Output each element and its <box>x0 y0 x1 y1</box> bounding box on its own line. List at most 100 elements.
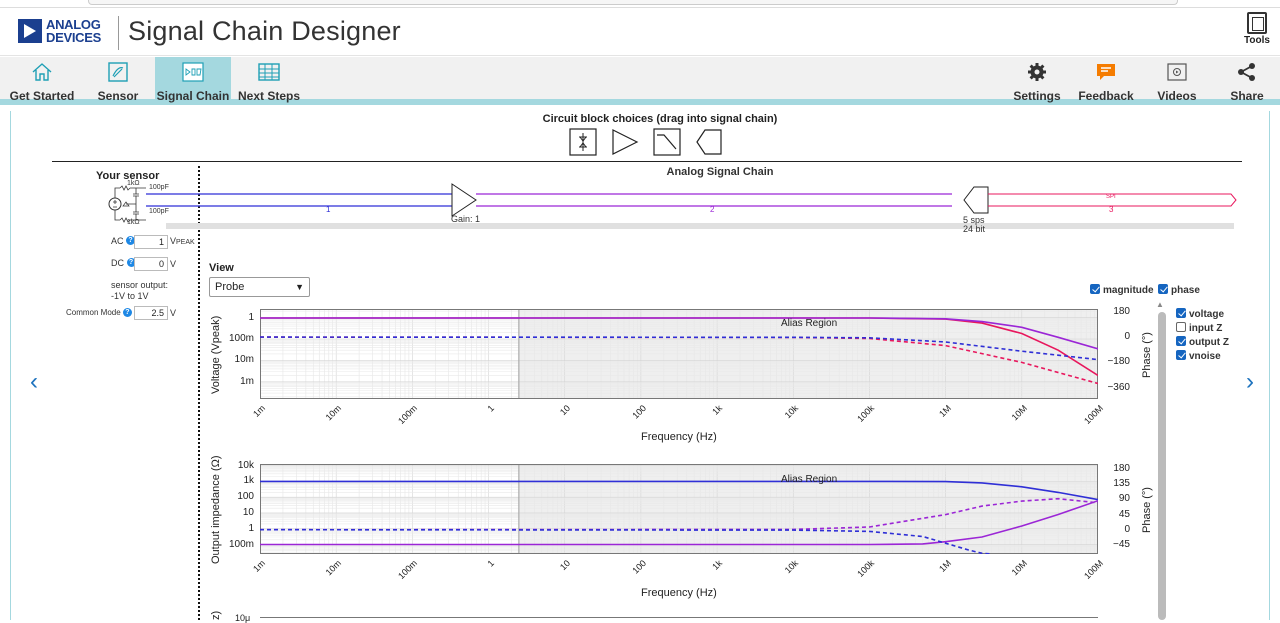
common-mode-input[interactable]: 2.5 <box>134 306 168 320</box>
previous-page-chevron-icon[interactable]: ‹ <box>30 368 38 396</box>
y2-tick-label: 180 <box>1113 305 1130 317</box>
scroll-up-icon[interactable]: ▲ <box>1156 300 1164 309</box>
header-divider <box>118 16 119 50</box>
y-tick-label: 100m <box>228 538 254 550</box>
vnoise-toggle[interactable]: vnoise <box>1176 350 1221 362</box>
y-tick-label: 100 <box>237 491 254 503</box>
resistor-label-1: 1kΩ <box>127 180 140 187</box>
brand-line-2: DEVICES <box>46 30 101 45</box>
next-page-chevron-icon[interactable]: › <box>1246 368 1254 396</box>
adc-bits: 24 bit <box>963 224 986 234</box>
checkbox[interactable] <box>1176 350 1186 360</box>
cm-help-icon[interactable]: ? <box>122 308 132 317</box>
checkbox[interactable] <box>1176 322 1186 332</box>
video-icon <box>1167 63 1187 81</box>
y2-tick-label: −180 <box>1107 356 1130 368</box>
app-title: Signal Chain Designer <box>128 16 401 46</box>
ac-unit-sub: PEAK <box>176 239 195 246</box>
ac-amplitude-input[interactable]: 1 <box>134 235 168 249</box>
impedance-x-label: Frequency (Hz) <box>641 587 717 599</box>
amplifier-gain: Gain: 1 <box>451 214 481 224</box>
nav-label: Settings <box>1013 89 1061 103</box>
segment-label-1: 1 <box>326 205 331 214</box>
chevron-down-icon: ▼ <box>295 282 304 292</box>
top-bar-edge <box>88 0 1178 5</box>
tools-button[interactable]: Tools <box>1240 12 1274 52</box>
checkbox[interactable] <box>1176 308 1186 318</box>
nav-next-steps[interactable]: Next Steps <box>231 57 307 105</box>
input-z-toggle[interactable]: input Z <box>1176 322 1222 334</box>
noise-plot-top-edge <box>260 617 1098 618</box>
nav-label: Signal Chain <box>156 89 230 103</box>
nav-sensor[interactable]: Sensor <box>84 57 152 105</box>
checkbox[interactable] <box>1176 336 1186 346</box>
y2-tick-label: 45 <box>1118 508 1130 520</box>
gear-icon <box>1028 63 1046 81</box>
filter-block-icon[interactable] <box>653 128 681 156</box>
y2-tick-label: 135 <box>1113 478 1130 490</box>
impedance-y2-label: Phase (°) <box>1141 487 1153 533</box>
y-tick-label: 100m <box>228 333 254 344</box>
browser-top-strip <box>0 0 1280 8</box>
tools-icon <box>1247 12 1267 34</box>
y-tick-label: 1 <box>248 311 254 323</box>
adc-block-icon[interactable] <box>695 128 723 156</box>
y-tick-label: 1m <box>240 375 254 387</box>
nav-label: Videos <box>1157 89 1197 103</box>
signal-chain-diagram[interactable] <box>146 180 1240 240</box>
noise-plot-y-label: z) <box>210 610 222 620</box>
magnitude-toggle[interactable]: magnitude <box>1090 284 1154 296</box>
y2-tick-label: −45 <box>1113 538 1130 550</box>
view-label: View <box>209 262 234 274</box>
common-mode-label: Common Mode ? <box>66 308 132 317</box>
home-icon <box>32 63 52 81</box>
y2-tick-label: −360 <box>1107 381 1130 393</box>
alias-region-label: Alias Region <box>781 318 838 329</box>
amplifier-block-icon[interactable] <box>611 128 639 156</box>
plots-scrollbar[interactable] <box>1158 312 1166 620</box>
nav-videos[interactable]: Videos <box>1146 57 1208 105</box>
voltage-toggle[interactable]: voltage <box>1176 308 1224 320</box>
voltage-x-label: Frequency (Hz) <box>641 431 717 443</box>
feedback-icon <box>1097 64 1115 80</box>
logo-triangle-icon <box>18 19 42 43</box>
nav-get-started[interactable]: Get Started <box>0 57 84 105</box>
y-tick-label: 10k <box>237 459 254 471</box>
nav-label: Feedback <box>1078 89 1134 103</box>
segment-label-3: 3 <box>1109 205 1114 214</box>
nav-share[interactable]: Share <box>1218 57 1276 105</box>
nav-label: Get Started <box>9 89 75 103</box>
output-impedance-plot[interactable] <box>260 464 1098 554</box>
checkbox[interactable] <box>1090 284 1100 294</box>
resistor-label-2: 1kΩ <box>127 219 140 226</box>
analog-devices-logo[interactable]: ANALOG DEVICES <box>18 18 108 46</box>
table-icon <box>258 63 280 81</box>
dc-label: DC ? <box>111 258 136 268</box>
tools-label: Tools <box>1244 35 1270 46</box>
share-icon <box>1238 63 1255 81</box>
y-tick-label: 1 <box>248 522 254 534</box>
output-z-toggle[interactable]: output Z <box>1176 336 1229 348</box>
y-tick-label: 10 <box>242 506 254 518</box>
voltage-y2-label: Phase (°) <box>1141 332 1153 378</box>
alias-region-label: Alias Region <box>781 474 838 485</box>
app-header: ANALOG DEVICES Signal Chain Designer Tool… <box>0 8 1280 56</box>
protection-block-icon[interactable] <box>569 128 597 156</box>
nav-settings[interactable]: Settings <box>1005 57 1069 105</box>
y-tick-label: 10m <box>234 354 254 366</box>
view-select[interactable]: Probe ▼ <box>209 277 310 297</box>
phase-toggle[interactable]: phase <box>1158 284 1200 296</box>
bus-label: SPI <box>1106 194 1116 200</box>
main-nav: Get Started Sensor Signal Chain Next Ste… <box>0 57 1280 105</box>
chain-title: Analog Signal Chain <box>666 166 774 178</box>
nav-signal-chain[interactable]: Signal Chain <box>155 57 231 105</box>
dc-offset-input[interactable]: 0 <box>134 257 168 271</box>
section-divider <box>52 161 1242 162</box>
y-tick-label: 1k <box>243 475 254 487</box>
y2-tick-label: 180 <box>1113 463 1130 475</box>
sensor-output-range: -1V to 1V <box>111 291 149 301</box>
signal-chain-icon <box>182 62 204 82</box>
voltage-plot[interactable] <box>260 309 1098 399</box>
nav-feedback[interactable]: Feedback <box>1075 57 1137 105</box>
checkbox[interactable] <box>1158 284 1168 294</box>
